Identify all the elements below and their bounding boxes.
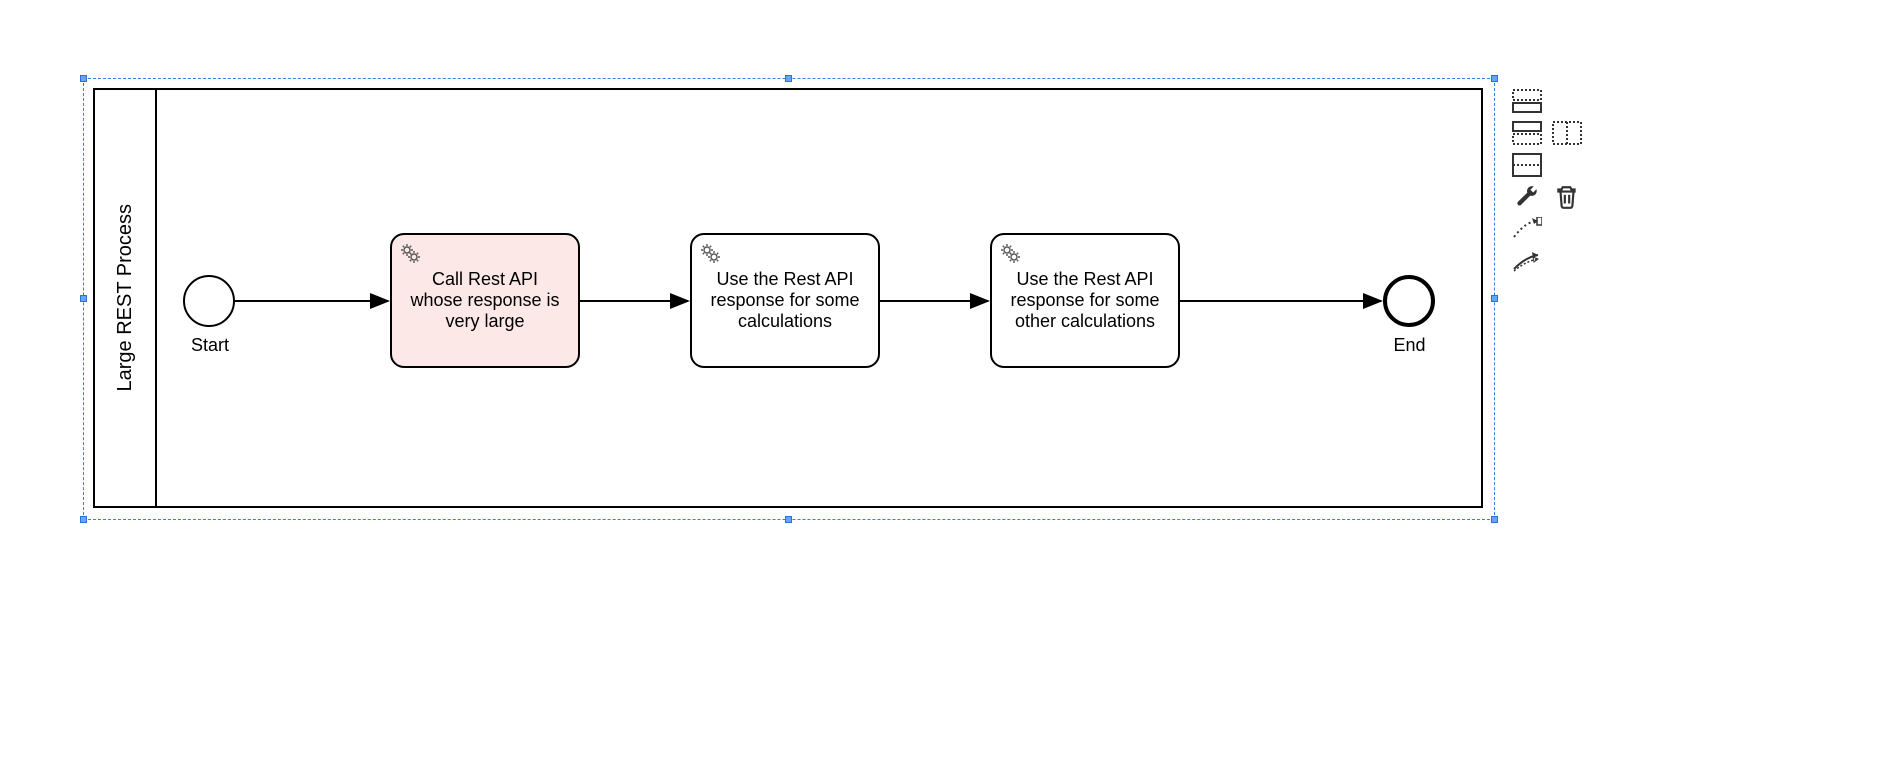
task-label: Call Rest API whose response is very lar… (404, 269, 566, 332)
service-task-calc-2[interactable]: Use the Rest API response for some other… (990, 233, 1180, 368)
connect-dotted-icon[interactable] (1510, 216, 1544, 242)
selection-handle[interactable] (1491, 75, 1498, 82)
gear-icon (698, 241, 722, 270)
selection-handle[interactable] (1491, 516, 1498, 523)
start-event[interactable] (183, 275, 235, 327)
selection-handle[interactable] (785, 516, 792, 523)
service-task-calc-1[interactable]: Use the Rest API response for some calcu… (690, 233, 880, 368)
start-event-label: Start (190, 335, 230, 356)
wrench-icon[interactable] (1510, 184, 1544, 210)
trash-icon[interactable] (1550, 184, 1584, 210)
end-event-label: End (1392, 335, 1427, 356)
gear-icon (398, 241, 422, 270)
connect-solid-dashed-icon[interactable] (1510, 248, 1544, 274)
pool-title: Large REST Process (114, 204, 137, 392)
gear-icon (998, 241, 1022, 270)
service-task-call-api[interactable]: Call Rest API whose response is very lar… (390, 233, 580, 368)
lane-insert-above-icon[interactable] (1510, 120, 1544, 146)
selection-handle[interactable] (80, 516, 87, 523)
selection-handle[interactable] (785, 75, 792, 82)
lane-insert-below-icon[interactable] (1510, 88, 1544, 114)
lane-divide-icon[interactable] (1510, 152, 1544, 178)
selection-handle[interactable] (80, 295, 87, 302)
context-toolbar (1510, 88, 1584, 274)
diagram-canvas[interactable]: Large REST Process Start Call Rest API w… (0, 0, 1894, 778)
pool-header[interactable]: Large REST Process (95, 90, 157, 506)
selection-handle[interactable] (1491, 295, 1498, 302)
task-label: Use the Rest API response for some other… (1004, 269, 1166, 332)
lane-insert-right-icon[interactable] (1550, 120, 1584, 146)
end-event[interactable] (1383, 275, 1435, 327)
task-label: Use the Rest API response for some calcu… (704, 269, 866, 332)
selection-handle[interactable] (80, 75, 87, 82)
